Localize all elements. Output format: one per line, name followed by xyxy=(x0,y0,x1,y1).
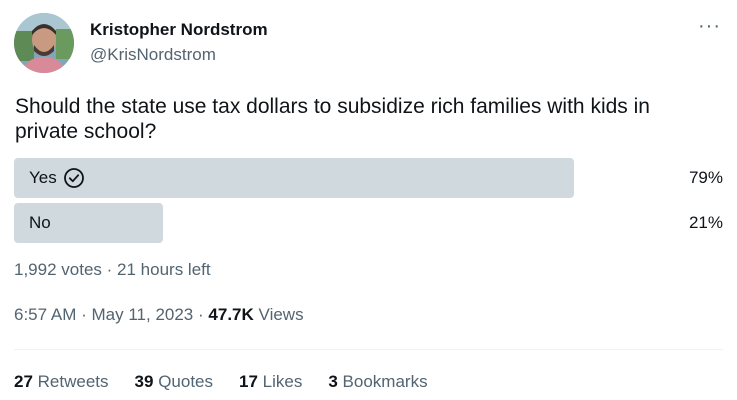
poll-option-no: No 21% xyxy=(14,203,723,243)
tweet-date[interactable]: May 11, 2023 xyxy=(92,305,194,324)
divider xyxy=(14,349,723,350)
poll-percent: 79% xyxy=(688,168,723,187)
author-name[interactable]: Kristopher Nordstrom xyxy=(90,20,268,40)
engagement-stats: 27 Retweets 39 Quotes 17 Likes 3 Bookmar… xyxy=(14,372,428,392)
views-count[interactable]: 47.7K xyxy=(208,305,253,324)
avatar[interactable] xyxy=(14,13,74,73)
tweet-time[interactable]: 6:57 AM xyxy=(14,305,76,324)
time-left: 21 hours left xyxy=(117,260,211,279)
separator: · xyxy=(81,305,87,324)
likes-stat[interactable]: 17 Likes xyxy=(239,372,302,392)
separator: · xyxy=(198,305,204,324)
poll-option-yes: Yes 79% xyxy=(14,158,723,198)
quotes-stat[interactable]: 39 Quotes xyxy=(135,372,213,392)
bookmarks-stat[interactable]: 3 Bookmarks xyxy=(328,372,427,392)
tweet-text: Should the state use tax dollars to subs… xyxy=(15,95,650,143)
vote-count: 1,992 votes xyxy=(14,260,102,279)
tweet-timestamp: 6:57 AM · May 11, 2023 · 47.7K Views xyxy=(14,305,304,325)
poll-meta: 1,992 votes · 21 hours left xyxy=(14,260,211,280)
poll-percent: 21% xyxy=(688,213,723,232)
check-circle-icon xyxy=(63,167,85,189)
more-options-icon[interactable]: ··· xyxy=(698,15,721,38)
poll-option-label: Yes xyxy=(29,168,57,187)
author-handle[interactable]: @KrisNordstrom xyxy=(90,45,216,65)
separator: · xyxy=(106,260,113,279)
views-label[interactable]: Views xyxy=(259,305,304,324)
poll-option-label: No xyxy=(29,213,51,232)
poll-bar-yes xyxy=(14,158,574,198)
retweets-stat[interactable]: 27 Retweets xyxy=(14,372,109,392)
